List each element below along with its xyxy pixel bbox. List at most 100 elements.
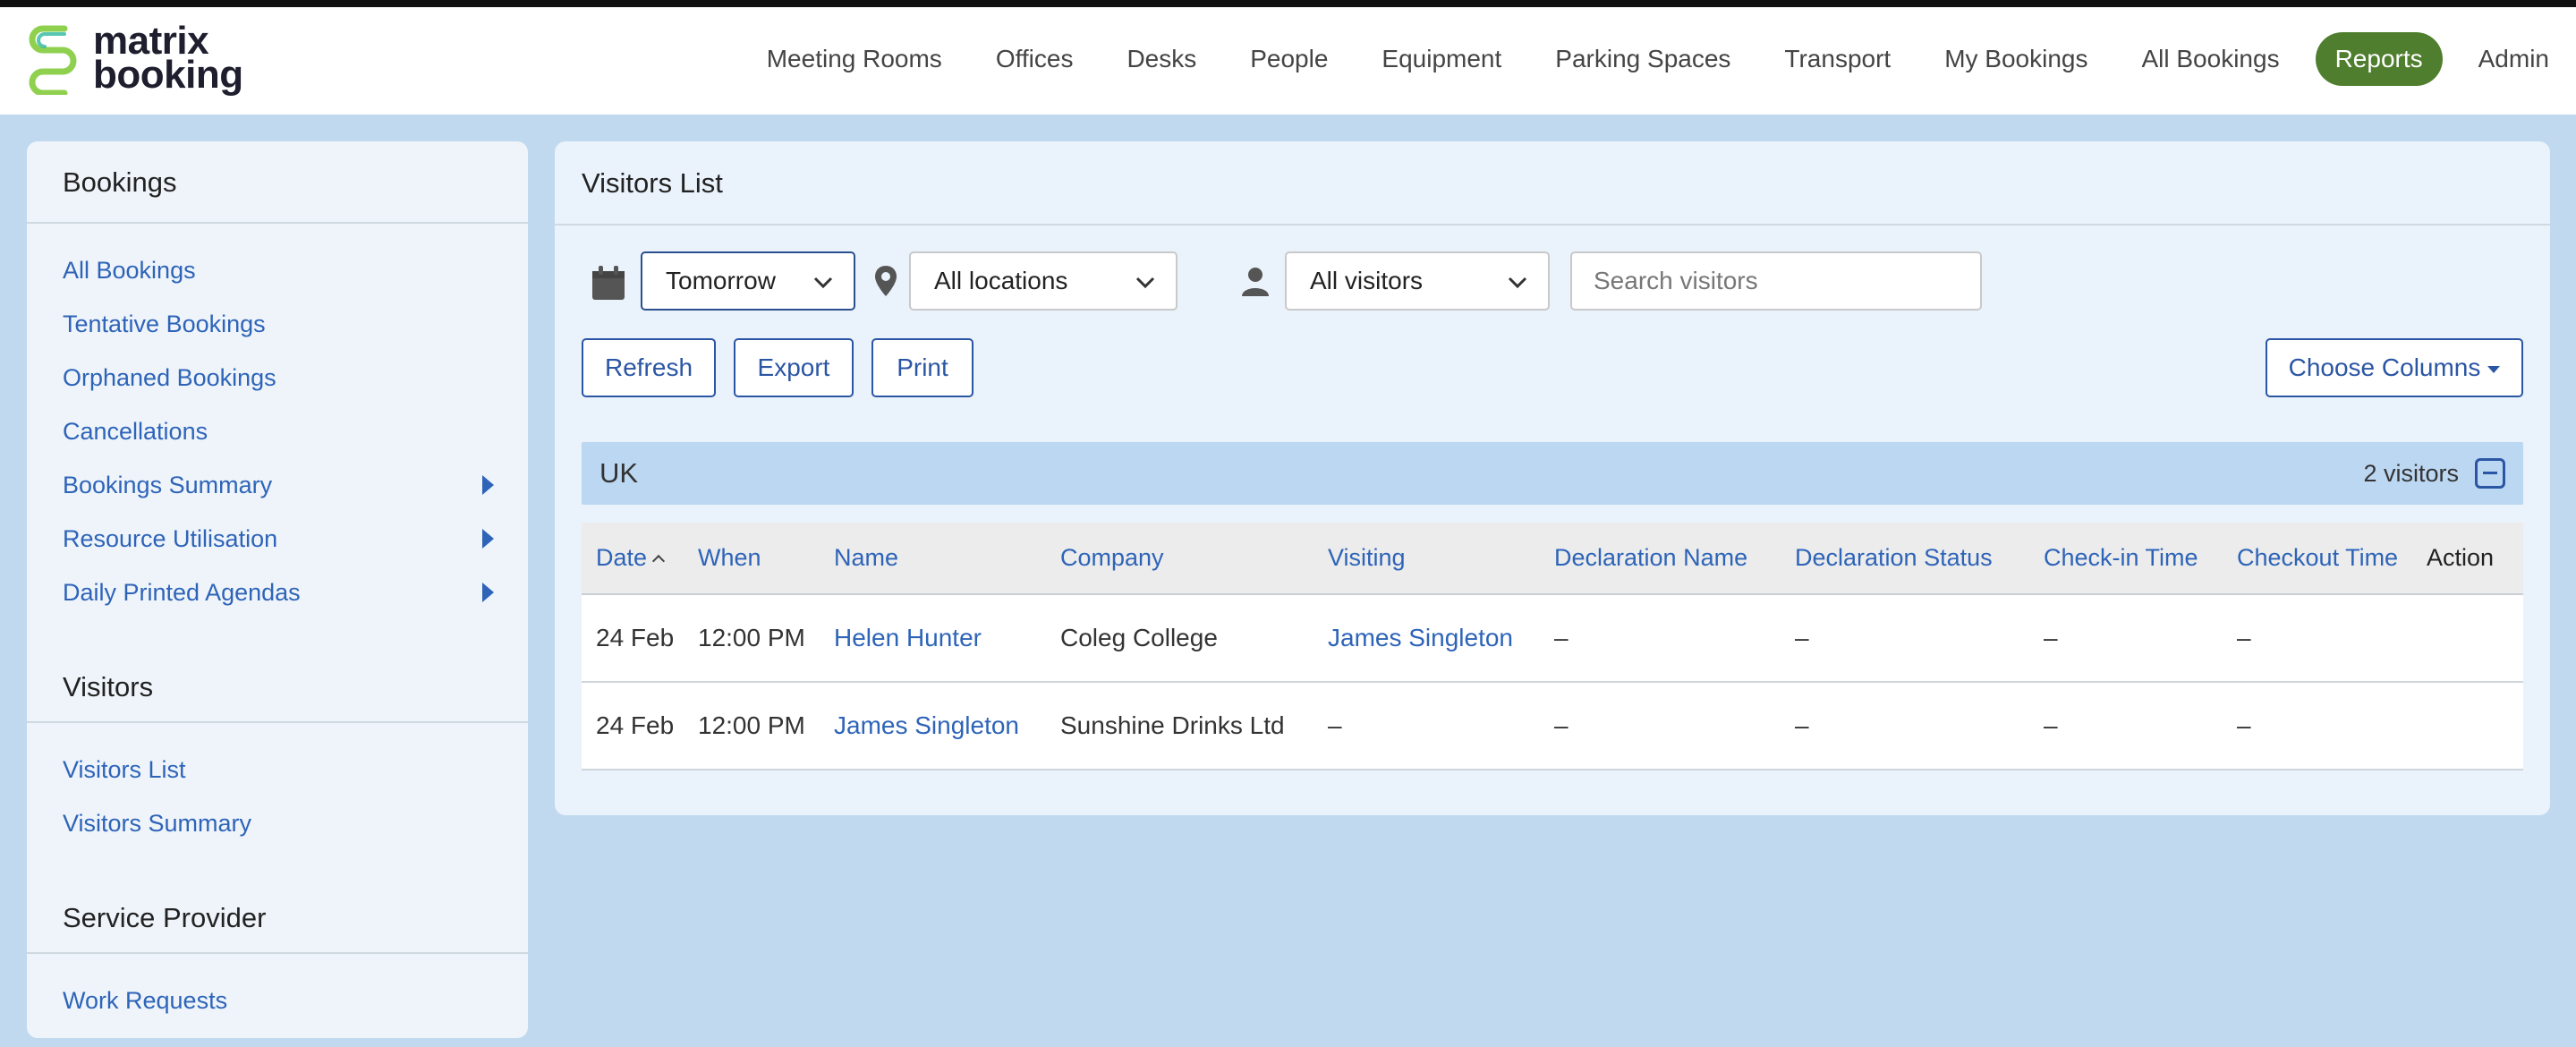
print-button[interactable]: Print xyxy=(871,338,973,397)
cell-declaration-name: – xyxy=(1554,711,1569,739)
cell-checkout-time: – xyxy=(2237,711,2251,739)
cell-checkin-time: – xyxy=(2044,624,2058,651)
sidebar-item-visitors-summary[interactable]: Visitors Summary xyxy=(27,796,528,850)
sidebar-item-resource-utilisation[interactable]: Resource Utilisation xyxy=(27,512,528,566)
sidebar-item-bookings-summary[interactable]: Bookings Summary xyxy=(27,458,528,512)
sidebar-item-label: Work Requests xyxy=(63,987,228,1014)
column-header-declaration-name[interactable]: Declaration Name xyxy=(1540,523,1781,594)
table-row: 24 Feb 12:00 PM James Singleton Sunshine… xyxy=(582,682,2523,770)
sidebar-bookings-list: All Bookings Tentative Bookings Orphaned… xyxy=(27,224,528,635)
visitor-count: 2 visitors xyxy=(2363,460,2459,487)
sidebar-item-label: Visitors Summary xyxy=(63,810,252,837)
choose-columns-label: Choose Columns xyxy=(2288,353,2481,381)
table-header-row: Date When Name Company Visiting Declarat… xyxy=(582,523,2523,594)
sidebar-item-cancellations[interactable]: Cancellations xyxy=(27,404,528,458)
cell-declaration-name: – xyxy=(1554,624,1569,651)
location-filter-select[interactable]: All locations xyxy=(909,251,1177,311)
sidebar-item-label: Orphaned Bookings xyxy=(63,364,276,391)
cell-declaration-status: – xyxy=(1795,624,1809,651)
nav-equipment[interactable]: Equipment xyxy=(1382,32,1501,86)
column-header-checkin-time[interactable]: Check-in Time xyxy=(2029,523,2223,594)
sidebar-item-label: Resource Utilisation xyxy=(63,525,278,552)
column-header-name[interactable]: Name xyxy=(820,523,1046,594)
sidebar-visitors-list: Visitors List Visitors Summary xyxy=(27,723,528,866)
export-button[interactable]: Export xyxy=(734,338,854,397)
cell-action xyxy=(2427,682,2523,770)
visitor-filter-select[interactable]: All visitors xyxy=(1285,251,1550,311)
sidebar-item-visitors-list[interactable]: Visitors List xyxy=(27,743,528,796)
chevron-down-icon xyxy=(1508,277,1527,289)
nav-reports[interactable]: Reports xyxy=(2315,32,2443,86)
column-header-visiting[interactable]: Visiting xyxy=(1314,523,1540,594)
sidebar-section-visitors: Visitors xyxy=(27,635,528,723)
sidebar-item-work-requests[interactable]: Work Requests xyxy=(27,974,528,1027)
sidebar-item-label: Daily Printed Agendas xyxy=(63,579,301,606)
sidebar-item-tentative-bookings[interactable]: Tentative Bookings xyxy=(27,297,528,351)
filter-bar: Tomorrow All locations All visitors xyxy=(555,251,2550,311)
sidebar-item-label: Tentative Bookings xyxy=(63,311,266,337)
sidebar-item-label: Cancellations xyxy=(63,418,208,445)
location-group-header: UK 2 visitors xyxy=(582,442,2523,505)
sidebar-item-label: Visitors List xyxy=(63,756,186,783)
cell-visiting: – xyxy=(1328,711,1342,739)
cell-company: Coleg College xyxy=(1060,624,1218,651)
sidebar-item-daily-printed-agendas[interactable]: Daily Printed Agendas xyxy=(27,566,528,619)
visitors-table: Date When Name Company Visiting Declarat… xyxy=(582,523,2523,770)
collapse-icon[interactable] xyxy=(2475,458,2505,489)
column-header-label: Date xyxy=(596,544,648,571)
cell-checkout-time: – xyxy=(2237,624,2251,651)
sidebar-item-orphaned-bookings[interactable]: Orphaned Bookings xyxy=(27,351,528,404)
nav-all-bookings[interactable]: All Bookings xyxy=(2141,32,2279,86)
visitors-list-panel: Visitors List Tomorrow All locations All… xyxy=(555,141,2550,815)
cell-date: 24 Feb xyxy=(596,711,675,739)
sidebar-service-provider-list: Work Requests xyxy=(27,954,528,1043)
person-icon xyxy=(1242,268,1269,296)
nav-my-bookings[interactable]: My Bookings xyxy=(1944,32,2087,86)
sidebar-item-all-bookings[interactable]: All Bookings xyxy=(27,243,528,297)
nav-parking-spaces[interactable]: Parking Spaces xyxy=(1555,32,1730,86)
action-toolbar: Refresh Export Print Choose Columns xyxy=(555,338,2550,397)
refresh-button[interactable]: Refresh xyxy=(582,338,716,397)
logo-line2: booking xyxy=(93,53,243,97)
nav-meeting-rooms[interactable]: Meeting Rooms xyxy=(767,32,942,86)
chevron-down-icon xyxy=(1135,277,1155,289)
cell-when: 12:00 PM xyxy=(698,711,805,739)
column-header-company[interactable]: Company xyxy=(1046,523,1314,594)
cell-date: 24 Feb xyxy=(596,624,675,651)
nav-desks[interactable]: Desks xyxy=(1126,32,1196,86)
visiting-host-link[interactable]: James Singleton xyxy=(1314,594,1540,682)
sidebar-section-bookings: Bookings xyxy=(27,141,528,224)
caret-down-icon xyxy=(2487,365,2501,373)
nav-offices[interactable]: Offices xyxy=(996,32,1074,86)
cell-action xyxy=(2427,594,2523,682)
table-row: 24 Feb 12:00 PM Helen Hunter Coleg Colle… xyxy=(582,594,2523,682)
visitor-name-link[interactable]: Helen Hunter xyxy=(820,594,1046,682)
main-nav: Meeting Rooms Offices Desks People Equip… xyxy=(713,32,2549,86)
column-header-when[interactable]: When xyxy=(684,523,820,594)
nav-transport[interactable]: Transport xyxy=(1784,32,1891,86)
matrix-booking-logo[interactable]: matrix booking xyxy=(25,21,243,95)
expand-arrow-icon xyxy=(482,475,494,495)
sidebar-item-label: All Bookings xyxy=(63,257,196,284)
date-filter-select[interactable]: Tomorrow xyxy=(641,251,855,311)
sidebar-section-service-provider: Service Provider xyxy=(27,866,528,954)
top-navbar: matrix booking Meeting Rooms Offices Des… xyxy=(0,7,2576,115)
column-header-date[interactable]: Date xyxy=(582,523,684,594)
choose-columns-button[interactable]: Choose Columns xyxy=(2266,338,2523,397)
nav-admin[interactable]: Admin xyxy=(2478,32,2549,86)
nav-people[interactable]: People xyxy=(1250,32,1328,86)
sidebar-item-label: Bookings Summary xyxy=(63,472,273,498)
cell-declaration-status: – xyxy=(1795,711,1809,739)
reports-sidebar: Bookings All Bookings Tentative Bookings… xyxy=(27,141,528,1038)
column-header-checkout-time[interactable]: Checkout Time xyxy=(2223,523,2427,594)
date-filter-value: Tomorrow xyxy=(666,267,776,294)
sort-ascending-icon xyxy=(651,554,666,567)
column-header-action: Action xyxy=(2427,544,2495,571)
column-header-declaration-status[interactable]: Declaration Status xyxy=(1781,523,2029,594)
page-title: Visitors List xyxy=(555,141,2550,226)
expand-arrow-icon xyxy=(482,529,494,549)
location-filter-value: All locations xyxy=(934,267,1068,294)
cell-checkin-time: – xyxy=(2044,711,2058,739)
visitor-name-link[interactable]: James Singleton xyxy=(820,682,1046,770)
search-visitors-input[interactable] xyxy=(1570,251,1982,311)
